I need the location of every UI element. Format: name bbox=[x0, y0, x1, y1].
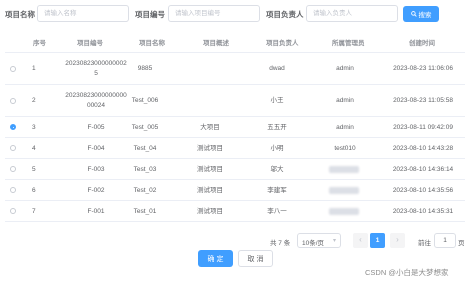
redacted-admin bbox=[329, 208, 359, 215]
row-radio[interactable] bbox=[10, 66, 16, 72]
row-desc: 测试项目 bbox=[197, 145, 223, 152]
row-owner: 小王 bbox=[270, 97, 284, 104]
row-radio-selected[interactable] bbox=[10, 124, 16, 130]
pagination: 共 7 条 10条/页 ▾ ‹ 1 › 前往 1 页 bbox=[0, 233, 474, 249]
page-unit-label: 页 bbox=[458, 240, 465, 247]
row-owner: 小明 bbox=[270, 145, 284, 152]
page-size-select[interactable]: 10条/页 ▾ bbox=[297, 233, 341, 248]
watermark: CSDN @小白是大梦想家 bbox=[365, 268, 449, 277]
row-index: 6 bbox=[32, 187, 36, 194]
col-desc: 项目概述 bbox=[203, 40, 229, 47]
page-size-value: 10条/页 bbox=[302, 240, 325, 247]
project-name-label: 项目名称 bbox=[5, 10, 35, 19]
row-owner: 邬大 bbox=[270, 166, 284, 173]
chevron-down-icon: ▾ bbox=[332, 238, 336, 244]
row-admin: admin bbox=[336, 97, 354, 104]
goto-label: 前往 bbox=[418, 240, 431, 247]
project-owner-label: 项目负责人 bbox=[266, 10, 304, 19]
row-owner: 五五开 bbox=[267, 124, 287, 131]
project-code-input[interactable] bbox=[168, 5, 260, 22]
row-name: Test_04 bbox=[133, 145, 157, 152]
row-admin: admin bbox=[336, 65, 354, 72]
row-code-line1: F-004 bbox=[87, 145, 105, 152]
row-time: 2023-08-10 14:36:14 bbox=[392, 166, 454, 173]
table-row[interactable]: 6 F-002 Test_02 测试项目 李建军 2023-08-10 14:3… bbox=[5, 180, 465, 201]
row-time: 2023-08-23 11:05:58 bbox=[393, 97, 453, 104]
row-index: 5 bbox=[32, 166, 36, 173]
table-row[interactable]: 3 F-005 Test_005 大项目 五五开 admin 2023-08-1… bbox=[5, 117, 465, 138]
col-owner: 项目负责人 bbox=[266, 40, 299, 47]
search-icon bbox=[410, 11, 417, 17]
row-index: 7 bbox=[32, 208, 36, 215]
table-row[interactable]: 4 F-004 Test_04 测试项目 小明 test010 2023-08-… bbox=[5, 138, 465, 159]
project-table: 序号 项目编号 项目名称 项目概述 项目负责人 所属管理员 创建时间 1 202… bbox=[5, 30, 465, 222]
table-row[interactable]: 7 F-001 Test_01 测试项目 李八一 2023-08-10 14:3… bbox=[5, 201, 465, 222]
row-radio[interactable] bbox=[10, 166, 16, 172]
project-code-label: 项目编号 bbox=[135, 10, 165, 19]
confirm-button[interactable]: 确 定 bbox=[198, 250, 233, 267]
row-radio[interactable] bbox=[10, 187, 16, 193]
row-desc: 测试项目 bbox=[197, 208, 223, 215]
row-name: 9885 bbox=[137, 65, 153, 72]
table-row[interactable]: 2 20230823000000000 00024 Test_006 小王 ad… bbox=[5, 85, 465, 117]
page-number-current[interactable]: 1 bbox=[370, 233, 385, 248]
row-name: Test_03 bbox=[133, 166, 157, 173]
search-bar: 项目名称 项目编号 项目负责人 搜索 bbox=[0, 5, 474, 23]
row-owner: dwad bbox=[269, 65, 285, 72]
row-code-line1: F-001 bbox=[87, 208, 105, 215]
row-index: 1 bbox=[32, 65, 36, 72]
row-index: 4 bbox=[32, 145, 36, 152]
row-radio[interactable] bbox=[10, 98, 16, 104]
row-code-line1: F-002 bbox=[87, 187, 105, 194]
table-row[interactable]: 1 20230823000000002 5 9885 dwad admin 20… bbox=[5, 53, 465, 85]
col-index: 序号 bbox=[33, 40, 46, 47]
table-header: 序号 项目编号 项目名称 项目概述 项目负责人 所属管理员 创建时间 bbox=[5, 30, 465, 53]
page-jump-input[interactable]: 1 bbox=[434, 233, 456, 248]
row-admin: test010 bbox=[334, 145, 356, 152]
row-radio[interactable] bbox=[10, 208, 16, 214]
col-admin: 所属管理员 bbox=[332, 40, 365, 47]
row-code-line2: 00024 bbox=[86, 102, 106, 109]
row-time: 2023-08-23 11:06:06 bbox=[393, 65, 453, 72]
row-time: 2023-08-10 14:43:28 bbox=[392, 145, 454, 152]
row-code-line1: F-005 bbox=[87, 124, 105, 131]
row-desc: 测试项目 bbox=[197, 187, 223, 194]
pagination-total: 共 7 条 bbox=[270, 240, 291, 247]
redacted-admin bbox=[329, 187, 359, 194]
row-time: 2023-08-11 09:42:09 bbox=[393, 124, 453, 131]
row-name: Test_005 bbox=[131, 124, 159, 131]
row-desc: 大项目 bbox=[200, 124, 220, 131]
row-owner: 李建军 bbox=[267, 187, 287, 194]
row-code-line1: 20230823000000000 bbox=[65, 92, 127, 99]
row-index: 2 bbox=[32, 97, 36, 104]
row-name: Test_01 bbox=[133, 208, 157, 215]
row-name: Test_02 bbox=[133, 187, 157, 194]
row-index: 3 bbox=[32, 124, 36, 131]
redacted-admin bbox=[329, 166, 359, 173]
search-button-label: 搜索 bbox=[418, 12, 432, 19]
col-time: 创建时间 bbox=[409, 40, 435, 47]
search-button[interactable]: 搜索 bbox=[403, 6, 439, 22]
project-owner-input[interactable] bbox=[306, 5, 398, 22]
cancel-button[interactable]: 取 消 bbox=[238, 250, 273, 267]
row-admin: admin bbox=[336, 124, 354, 131]
col-name: 项目名称 bbox=[139, 40, 165, 47]
project-name-input[interactable] bbox=[37, 5, 129, 22]
row-radio[interactable] bbox=[10, 145, 16, 151]
col-code: 项目编号 bbox=[77, 40, 103, 47]
row-code-line2: 5 bbox=[94, 70, 98, 77]
row-time: 2023-08-10 14:35:56 bbox=[392, 187, 454, 194]
row-desc: 测试项目 bbox=[197, 166, 223, 173]
row-time: 2023-08-10 14:35:31 bbox=[392, 208, 454, 215]
row-code-line1: 20230823000000002 bbox=[65, 60, 127, 67]
prev-page-button[interactable]: ‹ bbox=[353, 233, 368, 248]
row-name: Test_006 bbox=[131, 97, 159, 104]
row-code-line1: F-003 bbox=[87, 166, 105, 173]
table-row[interactable]: 5 F-003 Test_03 测试项目 邬大 2023-08-10 14:36… bbox=[5, 159, 465, 180]
row-owner: 李八一 bbox=[267, 208, 287, 215]
next-page-button[interactable]: › bbox=[390, 233, 405, 248]
